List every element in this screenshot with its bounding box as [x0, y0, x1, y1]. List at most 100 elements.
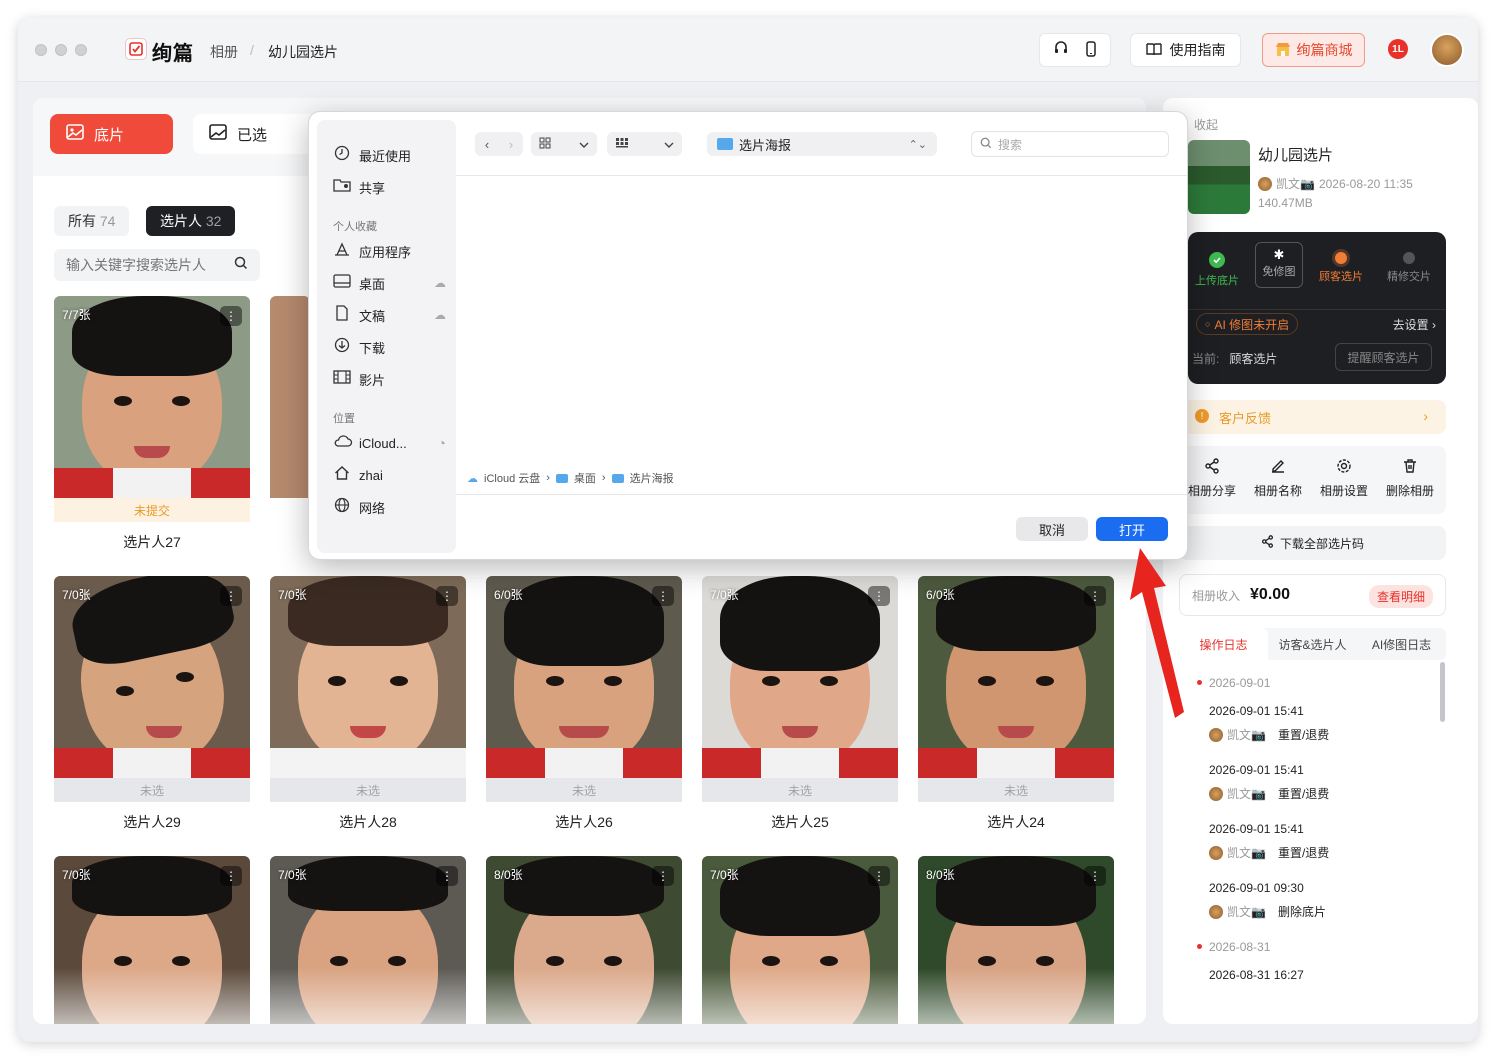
selector-photo[interactable]: 7/0张 ⋮	[702, 856, 898, 1024]
share-album-button[interactable]: 相册分享	[1179, 458, 1245, 499]
log-time: 2026-09-01 15:41	[1209, 763, 1304, 777]
breadcrumb-albums[interactable]: 相册	[210, 42, 238, 62]
selector-card[interactable]: 7/7张 ⋮ 未提交 选片人27	[54, 296, 250, 552]
step-no-retouch[interactable]: ✱ 免修图	[1255, 242, 1303, 288]
selector-card[interactable]: 7/0张 ⋮	[54, 856, 250, 1024]
sidebar-item-home[interactable]: zhai	[333, 464, 448, 486]
selector-card[interactable]: 6/0张 ⋮ 未选 选片人26	[486, 576, 682, 832]
remind-customer-button[interactable]: 提醒顾客选片	[1335, 343, 1432, 371]
operation-log-list: 2026-09-01 2026-09-01 15:41 凯文📷 重置/退费 202…	[1179, 666, 1446, 1024]
current-folder-label: 选片海报	[739, 137, 792, 153]
dialog-search-field[interactable]: 搜索	[971, 131, 1169, 157]
search-icon[interactable]	[234, 256, 248, 273]
mall-label: 绚篇商城	[1296, 42, 1353, 58]
tab-selected[interactable]: 已选	[193, 114, 316, 154]
more-options-icon[interactable]: ⋮	[652, 866, 674, 886]
tab-ai-log[interactable]: AI修图日志	[1357, 628, 1446, 660]
go-settings-link[interactable]: 去设置 ›	[1393, 316, 1436, 333]
dialog-toolbar: ‹ › 选片海报 ⌃⌄ 搜索	[456, 112, 1187, 176]
path-segment[interactable]: 桌面	[574, 470, 596, 486]
log-scrollbar[interactable]	[1440, 662, 1445, 722]
more-options-icon[interactable]: ⋮	[220, 866, 242, 886]
zoom-window-button[interactable]	[75, 44, 87, 56]
selector-photo[interactable]: 6/0张 ⋮	[918, 576, 1114, 778]
phone-icon[interactable]	[1085, 40, 1097, 60]
photo-count: 7/0张	[710, 588, 739, 602]
user-avatar[interactable]	[1430, 33, 1464, 67]
sidebar-item-icloud[interactable]: iCloud... ◔	[333, 432, 448, 454]
selector-card[interactable]: 7/0张 ⋮	[702, 856, 898, 1024]
more-options-icon[interactable]: ⋮	[436, 866, 458, 886]
edit-icon	[1245, 458, 1311, 478]
headset-icon[interactable]	[1053, 40, 1069, 61]
collapse-link[interactable]: 收起	[1194, 116, 1218, 133]
album-info-panel: 收起 幼儿园选片 凯文📷 2026-08-20 11:35 140.47MB 上…	[1163, 98, 1478, 1024]
download-all-codes-button[interactable]: 下载全部选片码	[1179, 526, 1446, 560]
selector-card[interactable]: 7/0张 ⋮ 未选 选片人29	[54, 576, 250, 832]
more-options-icon[interactable]: ⋮	[652, 586, 674, 606]
log-date-header: 2026-09-01	[1179, 676, 1446, 690]
step-customer-select[interactable]: 顾客选片	[1316, 246, 1366, 284]
selector-photo[interactable]: 7/0张 ⋮	[54, 576, 250, 778]
sidebar-item-shared[interactable]: 共享	[333, 176, 448, 198]
selector-card[interactable]: 6/0张 ⋮ 未选 选片人24	[918, 576, 1114, 832]
selector-photo[interactable]: 7/0张 ⋮	[270, 856, 466, 1024]
folder-location-selector[interactable]: 选片海报 ⌃⌄	[707, 132, 937, 156]
close-window-button[interactable]	[35, 44, 47, 56]
selector-photo[interactable]: 7/0张 ⋮	[702, 576, 898, 778]
more-options-icon[interactable]: ⋮	[436, 586, 458, 606]
tab-operation-log[interactable]: 操作日志	[1179, 628, 1268, 660]
sidebar-item-desktop[interactable]: 桌面 ☁	[333, 272, 448, 294]
sidebar-item-network[interactable]: 网络	[333, 496, 448, 518]
selector-photo[interactable]: 7/0张 ⋮	[54, 856, 250, 1024]
selector-photo[interactable]: 8/0张 ⋮	[918, 856, 1114, 1024]
selector-card-partial[interactable]	[270, 296, 310, 498]
mall-button[interactable]: 绚篇商城	[1262, 33, 1365, 67]
minimize-window-button[interactable]	[55, 44, 67, 56]
sidebar-item-documents[interactable]: 文稿 ☁	[333, 304, 448, 326]
selector-photo[interactable]: 7/7张 ⋮	[54, 296, 250, 498]
cancel-button[interactable]: 取消	[1016, 517, 1088, 541]
selector-search-input[interactable]	[66, 257, 226, 273]
forward-arrow-icon[interactable]: ›	[499, 132, 523, 156]
selector-card[interactable]: 8/0张 ⋮	[486, 856, 682, 1024]
step-final-delivery[interactable]: 精修交片	[1384, 246, 1434, 284]
sidebar-item-recent[interactable]: 最近使用	[333, 144, 448, 166]
more-options-icon[interactable]: ⋮	[220, 586, 242, 606]
status-badge: 未选	[54, 778, 250, 802]
group-view-selector[interactable]	[607, 132, 682, 156]
rename-album-button[interactable]: 相册名称	[1245, 458, 1311, 499]
open-button[interactable]: 打开	[1096, 517, 1168, 541]
path-segment[interactable]: 选片海报	[630, 470, 674, 486]
selector-photo[interactable]: 6/0张 ⋮	[486, 576, 682, 778]
notification-badge[interactable]: 1L	[1388, 39, 1408, 59]
selector-card[interactable]: 7/0张 ⋮ 未选 选片人25	[702, 576, 898, 832]
step-upload[interactable]: 上传底片	[1192, 246, 1242, 288]
selector-photo[interactable]: 7/0张 ⋮	[270, 576, 466, 778]
sidebar-item-downloads[interactable]: 下载	[333, 336, 448, 358]
more-options-icon[interactable]: ⋮	[868, 586, 890, 606]
log-user: 凯文📷	[1227, 787, 1266, 801]
selector-card[interactable]: 7/0张 ⋮ 未选 选片人28	[270, 576, 466, 832]
path-segment[interactable]: iCloud 云盘	[484, 470, 540, 486]
delete-album-button[interactable]: 删除相册	[1377, 458, 1443, 499]
selector-card[interactable]: 7/0张 ⋮	[270, 856, 466, 1024]
view-details-button[interactable]: 查看明细	[1368, 585, 1433, 608]
more-options-icon[interactable]: ⋮	[868, 866, 890, 886]
filter-all[interactable]: 所有 74	[54, 206, 130, 236]
user-guide-button[interactable]: 使用指南	[1130, 33, 1241, 67]
back-arrow-icon[interactable]: ‹	[475, 132, 499, 156]
selector-photo[interactable]: 8/0张 ⋮	[486, 856, 682, 1024]
customer-feedback-bar[interactable]: ! 客户反馈 ›	[1179, 400, 1446, 434]
sidebar-item-applications[interactable]: 应用程序	[333, 240, 448, 262]
album-settings-button[interactable]: 相册设置	[1311, 458, 1377, 499]
tab-visitors[interactable]: 访客&选片人	[1268, 628, 1357, 660]
selector-card[interactable]: 8/0张 ⋮	[918, 856, 1114, 1024]
more-options-icon[interactable]: ⋮	[220, 306, 242, 326]
more-options-icon[interactable]: ⋮	[1084, 866, 1106, 886]
step-label: 上传底片	[1195, 275, 1239, 287]
icon-view-selector[interactable]	[531, 132, 597, 156]
tab-negatives[interactable]: 底片	[50, 114, 173, 154]
sidebar-item-movies[interactable]: 影片	[333, 368, 448, 390]
filter-selectors[interactable]: 选片人 32	[146, 206, 236, 236]
